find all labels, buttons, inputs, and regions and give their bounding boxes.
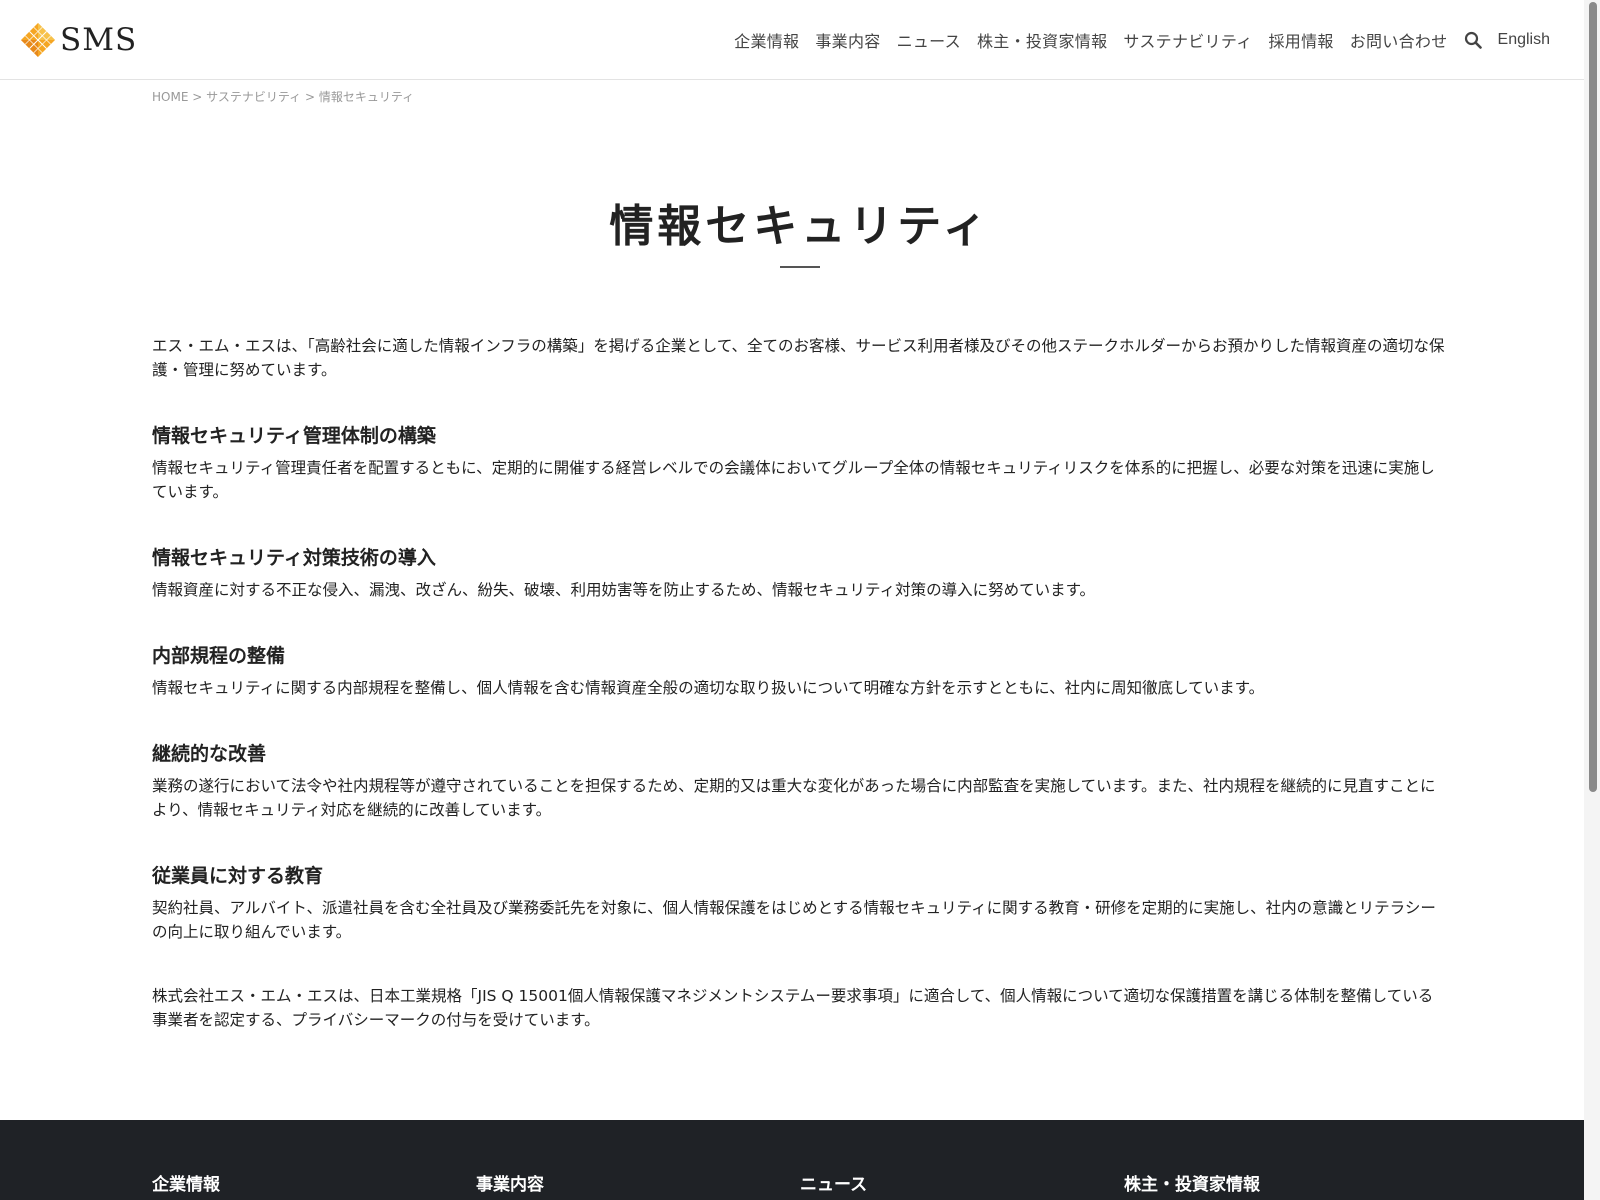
footer-link-ir[interactable]: 株主・投資家情報	[1124, 1170, 1260, 1195]
scrollbar-thumb[interactable]	[1589, 2, 1597, 792]
section-title: 情報セキュリティ対策技術の導入	[152, 547, 436, 569]
site-logo[interactable]: SMS	[20, 22, 137, 58]
main-content: エス・エム・エスは、「高齢社会に適した情報インフラの構築」を掲げる企業として、全…	[152, 334, 1448, 1032]
section-body: 情報資産に対する不正な侵入、漏洩、改ざん、紛失、破壊、利用妨害等を防止するため、…	[152, 581, 1096, 599]
language-switch-link[interactable]: English	[1498, 31, 1550, 49]
breadcrumb-current: 情報セキュリティ	[318, 90, 415, 104]
section-internal-rules: 内部規程の整備 情報セキュリティに関する内部規程を整備し、個人情報を含む情報資産…	[152, 642, 1448, 700]
section-body: 情報セキュリティ管理責任者を配置するともに、定期的に開催する経営レベルでの会議体…	[152, 459, 1435, 501]
nav-item-contact[interactable]: お問い合わせ	[1350, 28, 1448, 52]
privacy-mark-paragraph: 株式会社エス・エム・エスは、日本工業規格「JIS Q 15001個人情報保護マネ…	[152, 987, 1434, 1029]
site-footer: 企業情報 事業内容 ニュース 株主・投資家情報	[0, 1120, 1600, 1200]
page-scrollbar[interactable]	[1584, 0, 1600, 1200]
section-body: 情報セキュリティに関する内部規程を整備し、個人情報を含む情報資産全般の適切な取り…	[152, 679, 1265, 697]
section-security-technology: 情報セキュリティ対策技術の導入 情報資産に対する不正な侵入、漏洩、改ざん、紛失、…	[152, 544, 1448, 602]
breadcrumb: HOME > サステナビリティ > 情報セキュリティ	[152, 88, 414, 105]
section-title: 継続的な改善	[152, 743, 267, 765]
section-continuous-improvement: 継続的な改善 業務の遂行において法令や社内規程等が遵守されていることを担保するた…	[152, 740, 1448, 822]
breadcrumb-sustainability[interactable]: サステナビリティ	[206, 90, 301, 104]
footer-link-company[interactable]: 企業情報	[152, 1170, 220, 1195]
breadcrumb-home[interactable]: HOME	[152, 90, 188, 104]
nav-item-company[interactable]: 企業情報	[734, 28, 799, 52]
site-header: SMS 企業情報 事業内容 ニュース 株主・投資家情報 サステナビリティ 採用情…	[0, 0, 1600, 80]
section-body: 契約社員、アルバイト、派遣社員を含む全社員及び業務委託先を対象に、個人情報保護を…	[152, 899, 1436, 941]
breadcrumb-separator: >	[192, 90, 203, 104]
nav-item-ir[interactable]: 株主・投資家情報	[977, 28, 1107, 52]
footer-link-news[interactable]: ニュース	[800, 1170, 867, 1195]
section-title: 情報セキュリティ管理体制の構築	[152, 425, 436, 447]
section-title: 内部規程の整備	[152, 645, 286, 667]
nav-item-news[interactable]: ニュース	[897, 28, 961, 52]
section-body: 業務の遂行において法令や社内規程等が遵守されていることを担保するため、定期的又は…	[152, 777, 1436, 819]
nav-item-business[interactable]: 事業内容	[815, 28, 880, 52]
footer-link-business[interactable]: 事業内容	[476, 1170, 544, 1195]
nav-item-recruit[interactable]: 採用情報	[1269, 28, 1334, 52]
section-employee-education: 従業員に対する教育 契約社員、アルバイト、派遣社員を含む全社員及び業務委託先を対…	[152, 862, 1448, 944]
breadcrumb-separator: >	[305, 90, 316, 104]
section-management-structure: 情報セキュリティ管理体制の構築 情報セキュリティ管理責任者を配置するともに、定期…	[152, 422, 1448, 504]
logo-text: SMS	[60, 22, 138, 58]
title-divider	[780, 266, 820, 268]
section-title: 従業員に対する教育	[152, 865, 324, 887]
nav-item-sustainability[interactable]: サステナビリティ	[1123, 28, 1252, 52]
search-icon[interactable]	[1464, 31, 1482, 49]
intro-paragraph: エス・エム・エスは、「高齢社会に適した情報インフラの構築」を掲げる企業として、全…	[152, 337, 1445, 379]
main-nav: 企業情報 事業内容 ニュース 株主・投資家情報 サステナビリティ 採用情報 お問…	[718, 26, 1550, 54]
sms-logo-icon	[21, 23, 55, 57]
page-title: 情報セキュリティ	[609, 201, 991, 252]
